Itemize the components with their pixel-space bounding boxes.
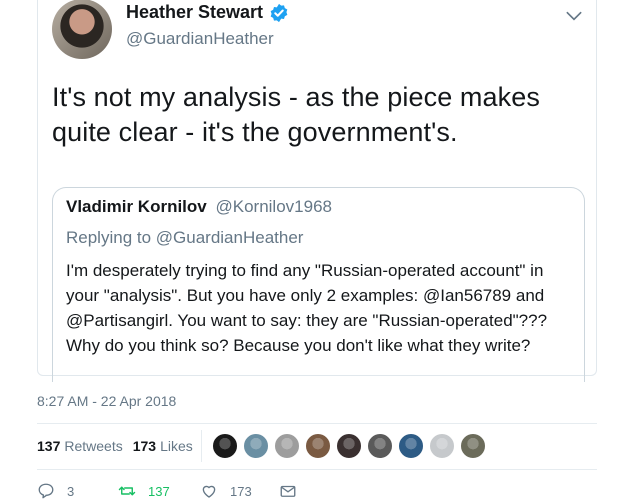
tweet-stats: 137 Retweets 173 Likes bbox=[37, 438, 203, 454]
envelope-icon bbox=[280, 485, 296, 497]
liker-avatar[interactable] bbox=[274, 433, 300, 459]
liker-avatars bbox=[212, 433, 491, 459]
liker-avatar[interactable] bbox=[460, 433, 486, 459]
liker-avatar[interactable] bbox=[429, 433, 455, 459]
retweet-count: 137 bbox=[148, 483, 170, 499]
like-action[interactable]: 173 bbox=[200, 482, 252, 500]
verified-badge-icon bbox=[270, 3, 288, 22]
divider bbox=[201, 430, 202, 462]
likes-label: Likes bbox=[160, 438, 193, 454]
quote-author-handle: @Kornilov1968 bbox=[215, 197, 332, 216]
liker-avatar[interactable] bbox=[367, 433, 393, 459]
liker-avatar[interactable] bbox=[398, 433, 424, 459]
liker-avatar[interactable] bbox=[243, 433, 269, 459]
liker-avatar[interactable] bbox=[336, 433, 362, 459]
quote-replying-to: Replying to @GuardianHeather bbox=[66, 228, 304, 247]
like-count: 173 bbox=[230, 483, 252, 499]
author-name[interactable]: Heather Stewart bbox=[126, 2, 263, 23]
reply-icon bbox=[38, 483, 54, 499]
tweet-text: It's not my analysis - as the piece make… bbox=[52, 82, 540, 147]
avatar[interactable] bbox=[52, 0, 112, 59]
quote-header: Vladimir Kornilov @Kornilov1968 bbox=[66, 197, 332, 217]
retweet-icon bbox=[118, 486, 136, 496]
retweets-stat[interactable]: 137 Retweets bbox=[37, 438, 123, 454]
chevron-down-icon[interactable] bbox=[564, 6, 584, 26]
quote-text: I'm desperately trying to find any "Russ… bbox=[66, 261, 548, 355]
quote-author-name: Vladimir Kornilov bbox=[66, 197, 207, 216]
tweet-timestamp[interactable]: 8:27 AM - 22 Apr 2018 bbox=[37, 393, 176, 409]
tweet-card: Heather Stewart @GuardianHeather It's no… bbox=[37, 0, 597, 382]
retweet-action[interactable]: 137 bbox=[118, 482, 170, 500]
quoted-tweet[interactable]: Vladimir Kornilov @Kornilov1968 Replying… bbox=[52, 187, 585, 382]
divider bbox=[37, 469, 597, 470]
heart-icon bbox=[202, 485, 216, 498]
likes-stat[interactable]: 173 Likes bbox=[133, 438, 193, 454]
action-bar: 3 137 173 bbox=[37, 482, 597, 502]
retweets-count: 137 bbox=[37, 438, 61, 454]
liker-avatar[interactable] bbox=[212, 433, 238, 459]
reply-action[interactable]: 3 bbox=[37, 482, 74, 500]
author-handle[interactable]: @GuardianHeather bbox=[126, 29, 274, 49]
retweets-label: Retweets bbox=[64, 438, 123, 454]
author-row: Heather Stewart bbox=[126, 2, 289, 23]
likes-count: 173 bbox=[132, 438, 157, 454]
divider bbox=[37, 423, 597, 424]
reply-count: 3 bbox=[67, 483, 75, 499]
direct-message-action[interactable] bbox=[279, 482, 309, 500]
liker-avatar[interactable] bbox=[305, 433, 331, 459]
